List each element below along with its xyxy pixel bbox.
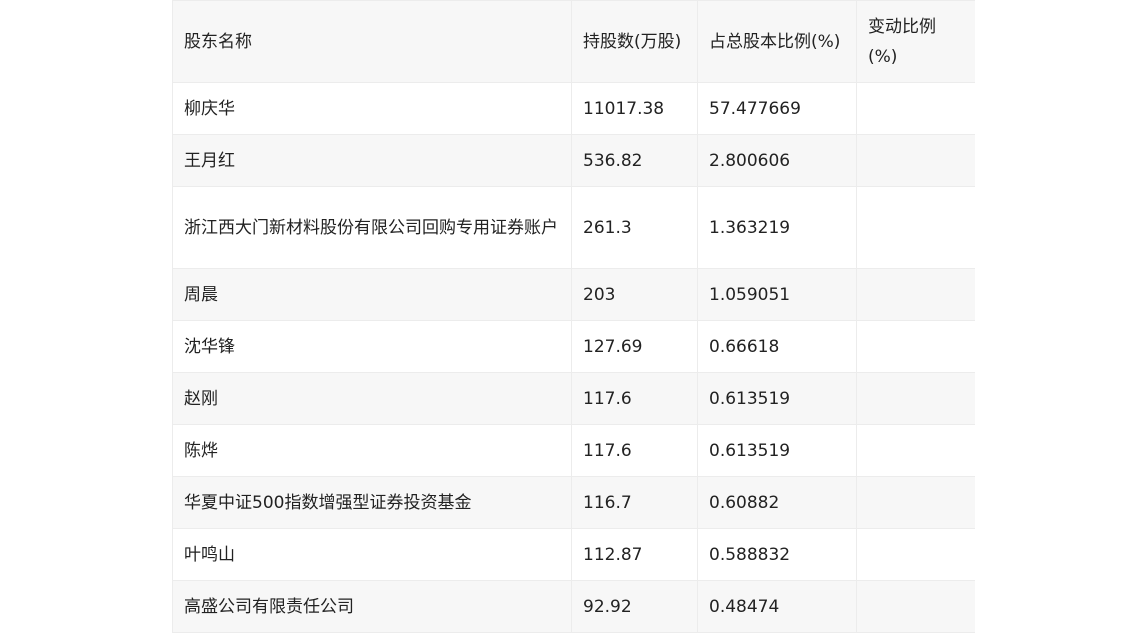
cell-shares-held: 92.92 <box>571 580 698 633</box>
cell-shares-held: 203 <box>571 268 698 321</box>
table-row: 柳庆华 11017.38 57.477669 <box>172 82 975 135</box>
table-row: 陈烨 117.6 0.613519 <box>172 424 975 477</box>
cell-shares-held: 117.6 <box>571 424 698 477</box>
cell-shareholder-name: 沈华锋 <box>172 320 572 373</box>
cell-shares-held: 261.3 <box>571 186 698 269</box>
cell-shares-held: 536.82 <box>571 134 698 187</box>
cell-shareholder-name: 叶鸣山 <box>172 528 572 581</box>
cell-change-ratio <box>856 82 975 135</box>
cell-share-ratio: 0.66618 <box>697 320 857 373</box>
table-row: 高盛公司有限责任公司 92.92 0.48474 <box>172 580 975 633</box>
table-row: 华夏中证500指数增强型证券投资基金 116.7 0.60882 <box>172 476 975 529</box>
cell-change-ratio <box>856 580 975 633</box>
cell-share-ratio: 2.800606 <box>697 134 857 187</box>
cell-shares-held: 117.6 <box>571 372 698 425</box>
cell-shareholder-name: 陈烨 <box>172 424 572 477</box>
table-header-row: 股东名称 持股数(万股) 占总股本比例(%) 变动比例(%) <box>172 0 975 83</box>
table-row: 王月红 536.82 2.800606 <box>172 134 975 187</box>
table-row: 浙江西大门新材料股份有限公司回购专用证券账户 261.3 1.363219 <box>172 186 975 269</box>
header-change-ratio: 变动比例(%) <box>856 0 975 83</box>
cell-change-ratio <box>856 424 975 477</box>
table-row: 沈华锋 127.69 0.66618 <box>172 320 975 373</box>
cell-change-ratio <box>856 372 975 425</box>
cell-shareholder-name: 华夏中证500指数增强型证券投资基金 <box>172 476 572 529</box>
shareholder-table: 股东名称 持股数(万股) 占总股本比例(%) 变动比例(%) 柳庆华 11017… <box>172 0 975 633</box>
cell-change-ratio <box>856 320 975 373</box>
cell-share-ratio: 0.613519 <box>697 424 857 477</box>
cell-shareholder-name: 王月红 <box>172 134 572 187</box>
table-row: 赵刚 117.6 0.613519 <box>172 372 975 425</box>
cell-share-ratio: 0.48474 <box>697 580 857 633</box>
cell-shareholder-name: 周晨 <box>172 268 572 321</box>
cell-change-ratio <box>856 476 975 529</box>
cell-shareholder-name: 柳庆华 <box>172 82 572 135</box>
cell-shares-held: 112.87 <box>571 528 698 581</box>
cell-change-ratio <box>856 186 975 269</box>
cell-shares-held: 116.7 <box>571 476 698 529</box>
cell-change-ratio <box>856 134 975 187</box>
header-shareholder-name: 股东名称 <box>172 0 572 83</box>
cell-share-ratio: 0.60882 <box>697 476 857 529</box>
cell-shares-held: 11017.38 <box>571 82 698 135</box>
header-share-ratio: 占总股本比例(%) <box>697 0 857 83</box>
cell-share-ratio: 1.363219 <box>697 186 857 269</box>
table-row: 周晨 203 1.059051 <box>172 268 975 321</box>
cell-shares-held: 127.69 <box>571 320 698 373</box>
cell-shareholder-name: 浙江西大门新材料股份有限公司回购专用证券账户 <box>172 186 572 269</box>
table-row: 叶鸣山 112.87 0.588832 <box>172 528 975 581</box>
cell-shareholder-name: 高盛公司有限责任公司 <box>172 580 572 633</box>
cell-share-ratio: 1.059051 <box>697 268 857 321</box>
shareholder-table-container: 股东名称 持股数(万股) 占总股本比例(%) 变动比例(%) 柳庆华 11017… <box>172 0 975 635</box>
cell-shareholder-name: 赵刚 <box>172 372 572 425</box>
cell-share-ratio: 0.613519 <box>697 372 857 425</box>
cell-share-ratio: 57.477669 <box>697 82 857 135</box>
cell-change-ratio <box>856 268 975 321</box>
header-shares-held: 持股数(万股) <box>571 0 698 83</box>
cell-share-ratio: 0.588832 <box>697 528 857 581</box>
cell-change-ratio <box>856 528 975 581</box>
